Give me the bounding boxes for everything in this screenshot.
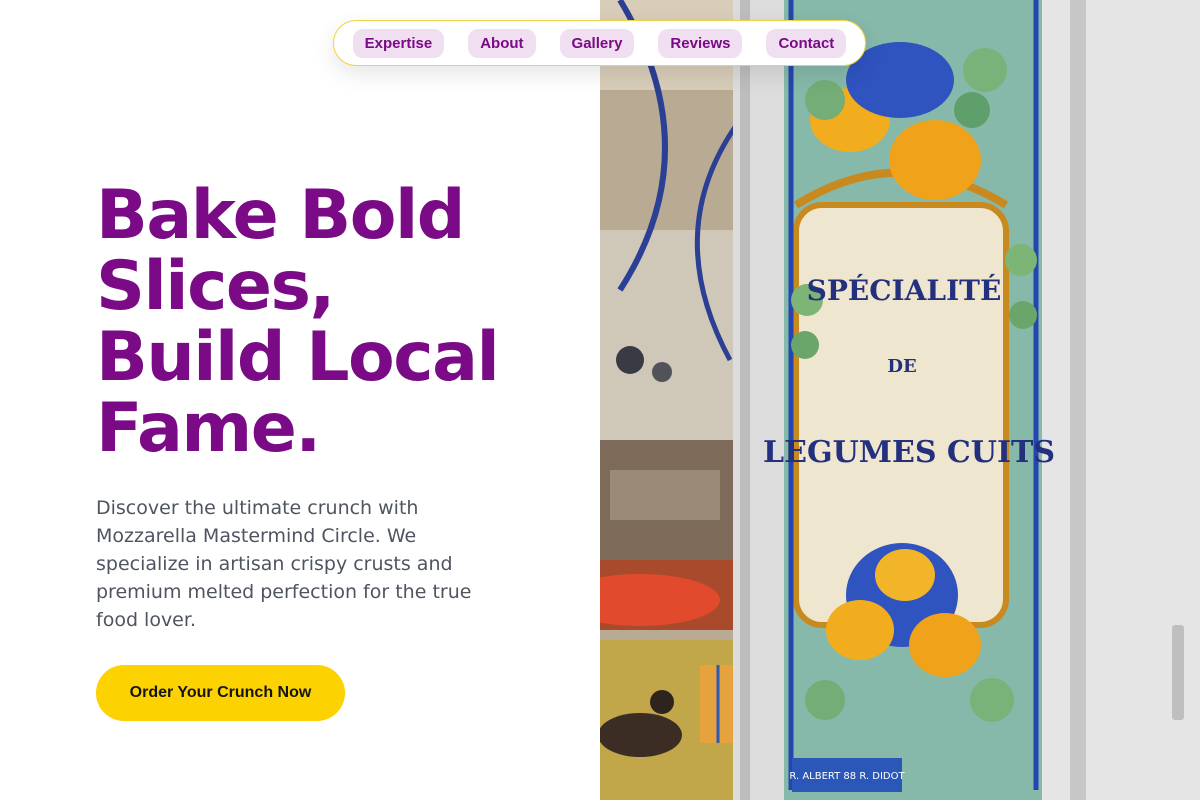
hero-headline: Bake Bold Slices, Build Local Fame. xyxy=(96,180,576,464)
nav-gallery[interactable]: Gallery xyxy=(559,28,635,58)
hero-section: Bake Bold Slices, Build Local Fame. Disc… xyxy=(0,0,600,800)
sign-line: LEGUMES CUITS xyxy=(763,435,1055,470)
nav-contact[interactable]: Contact xyxy=(766,28,847,58)
nav-reviews[interactable]: Reviews xyxy=(658,28,743,58)
sign-line: DE xyxy=(887,356,916,377)
sign-footer: R. ALBERT 88 R. DIDOT xyxy=(789,771,905,782)
storefront-photo: SPÉCIALITÉ DE LEGUMES CUITS R. ALBERT 88… xyxy=(600,0,1200,800)
headline-line: Bake Bold xyxy=(96,176,465,255)
nav-about[interactable]: About xyxy=(468,28,536,58)
top-navigation: Expertise About Gallery Reviews Contact xyxy=(333,20,866,66)
headline-line: Build Local xyxy=(96,318,500,397)
nav-expertise[interactable]: Expertise xyxy=(352,28,445,58)
hero-description: Discover the ultimate crunch with Mozzar… xyxy=(96,497,472,631)
order-button[interactable]: Order Your Crunch Now xyxy=(96,665,345,721)
headline-line: Slices, xyxy=(96,247,335,326)
headline-line: Fame. xyxy=(96,389,321,468)
sign-line: SPÉCIALITÉ xyxy=(807,274,1002,307)
